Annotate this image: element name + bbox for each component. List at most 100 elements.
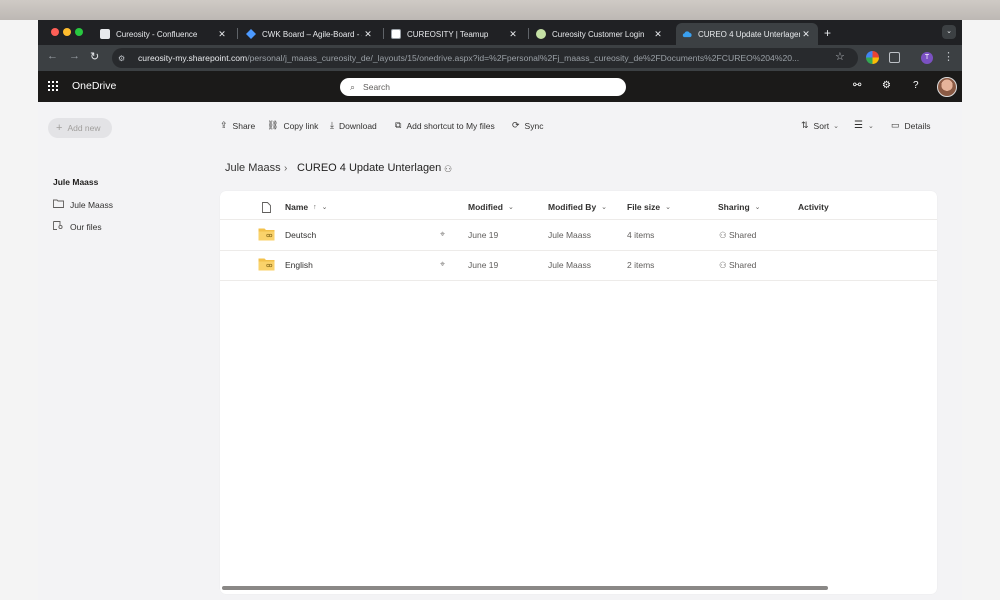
add-new-button[interactable]: + Add new (48, 118, 112, 138)
file-name[interactable]: English (285, 260, 313, 270)
calendar-icon (391, 29, 401, 39)
chevron-down-icon: ⌄ (321, 204, 328, 211)
minimize-window-button[interactable] (63, 28, 71, 36)
chevron-down-icon: ⌄ (754, 204, 761, 211)
tab-title: CUREOSITY | Teamup (407, 29, 489, 39)
modified-date: June 19 (468, 260, 499, 270)
nav-item-our-files[interactable]: Our files (53, 221, 102, 233)
column-header-file-size[interactable]: File size ⌄ (627, 202, 671, 212)
tab-title: Cureosity Customer Login (552, 29, 645, 39)
copy-link-button[interactable]: ⛓ Copy link (267, 120, 318, 131)
file-type-header-icon[interactable] (262, 202, 271, 213)
modified-date: June 19 (468, 230, 499, 240)
sort-label: Sort (813, 120, 830, 131)
share-icon: ⇪ (220, 120, 228, 130)
breadcrumb-root[interactable]: Jule Maass (225, 162, 281, 174)
close-tab-icon[interactable]: ✕ (362, 29, 374, 40)
sharing-label: Shared (728, 230, 757, 240)
sync-icon: ⟳ (512, 120, 520, 130)
share-label: Share (232, 120, 256, 131)
new-tab-plus-icon[interactable]: + (824, 26, 831, 40)
table-row[interactable]: Deutsch ⌖ June 19 Jule Maass 4 items ⚇ S… (220, 220, 937, 250)
bookmark-star-icon[interactable]: ☆ (835, 50, 845, 63)
search-box[interactable]: ⌕ (340, 78, 626, 96)
profile-avatar[interactable]: T (921, 52, 933, 64)
share-network-icon[interactable]: ⚯ (853, 80, 861, 91)
breadcrumb-current: CUREO 4 Update Unterlagen (297, 162, 442, 174)
pin-icon[interactable]: ⌖ (440, 229, 445, 240)
sync-button[interactable]: ⟳ Sync (512, 120, 543, 131)
download-icon: ⤓ (330, 120, 334, 130)
maximize-window-button[interactable] (75, 28, 83, 36)
add-shortcut-icon: ⧉ (395, 120, 402, 130)
desktop-margin-left (0, 20, 38, 600)
share-button[interactable]: ⇪ Share (220, 120, 255, 131)
column-header-activity[interactable]: Activity (798, 202, 829, 212)
browser-tab[interactable]: Cureosity - Confluence ✕ (94, 23, 234, 45)
site-settings-icon[interactable]: ⚙ (118, 54, 130, 63)
close-tab-icon[interactable]: ✕ (507, 29, 519, 40)
view-options-button[interactable]: ☰ ⌄ (854, 120, 874, 131)
address-bar[interactable]: ⚙ cureosity-my.sharepoint.com/personal/j… (112, 48, 858, 68)
help-icon[interactable]: ? (913, 80, 919, 91)
horizontal-scrollbar[interactable] (222, 586, 828, 590)
tab-search-chevron-icon[interactable]: ⌄ (942, 25, 956, 39)
list-view-icon: ☰ (854, 120, 863, 131)
back-arrow-icon[interactable]: ← (47, 50, 58, 62)
add-new-label: Add new (67, 123, 101, 133)
user-avatar[interactable] (937, 77, 957, 97)
add-shortcut-button[interactable]: ⧉ Add shortcut to My files (395, 120, 495, 131)
column-label: Activity (798, 202, 829, 212)
column-header-modified-by[interactable]: Modified By ⌄ (548, 202, 607, 212)
link-icon: ⛓ (267, 120, 279, 130)
forward-arrow-icon[interactable]: → (69, 50, 80, 62)
nav-owner-heading: Jule Maass (53, 177, 99, 187)
nav-item-my-files[interactable]: Jule Maass (53, 199, 113, 210)
column-label: Sharing (718, 202, 750, 212)
download-button[interactable]: ⤓ Download (330, 120, 377, 131)
browser-tab[interactable]: CWK Board – Agile-Board - Jira ✕ (240, 23, 380, 45)
sort-button[interactable]: ⇅ Sort ⌄ (801, 120, 839, 131)
reload-icon[interactable]: ↻ (90, 50, 99, 63)
browser-tab[interactable]: CUREOSITY | Teamup ✕ (385, 23, 525, 45)
nav-item-label: Jule Maass (70, 199, 113, 210)
file-size: 2 items (627, 260, 655, 270)
plus-icon: + (56, 122, 63, 134)
column-header-sharing[interactable]: Sharing ⌄ (718, 202, 761, 212)
table-row[interactable]: English ⌖ June 19 Jule Maass 2 items ⚇ S… (220, 250, 937, 280)
close-tab-icon[interactable]: ✕ (216, 29, 228, 40)
pin-icon[interactable]: ⌖ (440, 259, 445, 270)
details-button[interactable]: ▭ Details (891, 120, 931, 131)
jira-icon (246, 29, 256, 39)
shared-folder-icon (258, 258, 275, 271)
sync-label: Sync (524, 120, 544, 131)
file-name[interactable]: Deutsch (285, 230, 316, 240)
close-tab-icon[interactable]: ✕ (800, 29, 812, 40)
extensions-puzzle-icon[interactable] (889, 52, 900, 63)
column-label: Name (285, 202, 309, 212)
app-launcher-icon[interactable] (48, 81, 58, 91)
browser-tab-active[interactable]: CUREO 4 Update Unterlagen ✕ (676, 23, 818, 45)
toolbar: ← → ↻ ⚙ cureosity-my.sharepoint.com/pers… (38, 45, 962, 71)
desktop-margin-right (962, 20, 1000, 600)
tab-title: CUREO 4 Update Unterlagen (698, 29, 800, 39)
app-name[interactable]: OneDrive (72, 80, 116, 92)
sharing-status[interactable]: ⚇ Shared (719, 230, 756, 241)
download-label: Download (338, 120, 377, 131)
column-label: Modified By (548, 202, 597, 212)
sharing-status[interactable]: ⚇ Shared (719, 260, 756, 271)
column-header-name[interactable]: Name ↑ ⌄ (285, 202, 328, 212)
left-navigation: + Add new Jule Maass Jule Maass Our file… (38, 102, 218, 600)
chevron-down-icon: ⌄ (601, 204, 608, 211)
browser-tab[interactable]: Cureosity Customer Login ✕ (530, 23, 670, 45)
people-icon: ⚇ (719, 230, 729, 240)
column-header-modified[interactable]: Modified ⌄ (468, 202, 514, 212)
search-input[interactable] (363, 82, 604, 92)
settings-gear-icon[interactable]: ⚙ (882, 80, 891, 91)
shared-people-icon[interactable]: ⚇ (444, 164, 452, 175)
close-tab-icon[interactable]: ✕ (652, 29, 664, 40)
close-window-button[interactable] (51, 28, 59, 36)
folder-icon (53, 199, 64, 210)
extension-icon[interactable] (866, 51, 879, 64)
browser-menu-icon[interactable]: ⋮ (943, 50, 954, 63)
